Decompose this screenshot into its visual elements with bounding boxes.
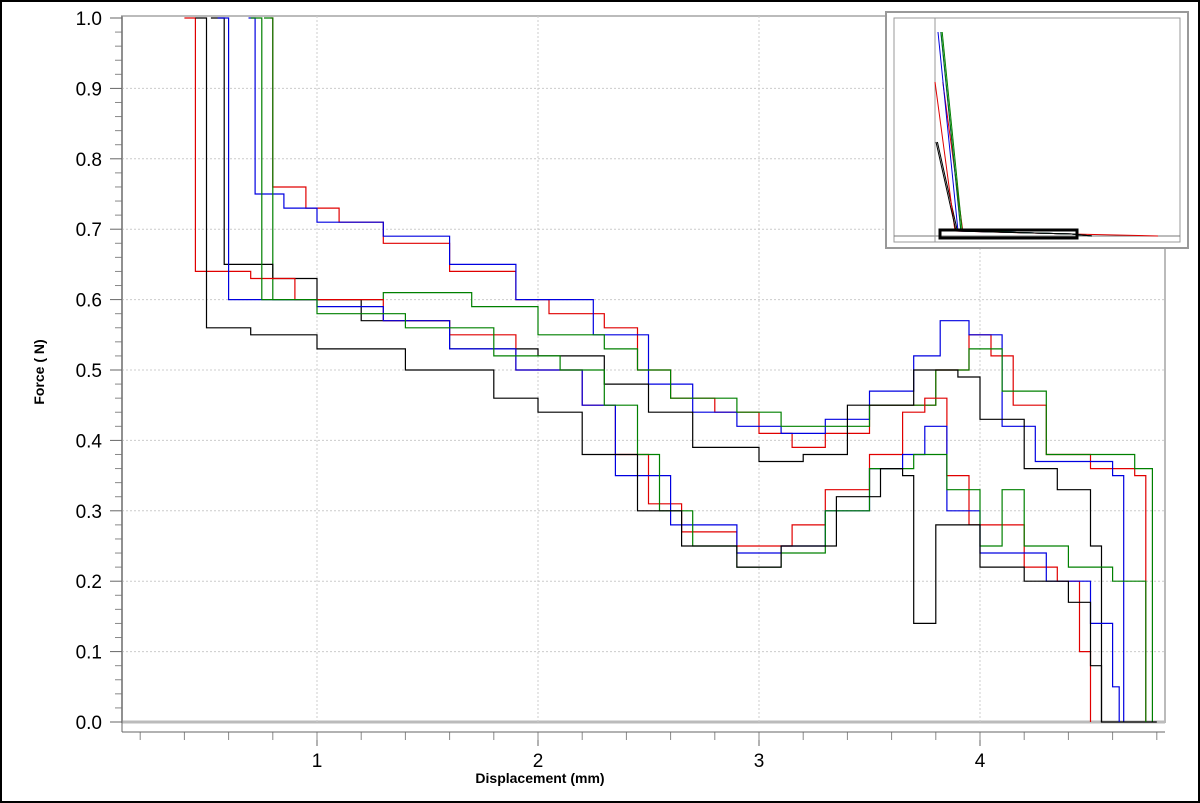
y-tick-label: 0.1 (76, 643, 102, 664)
y-tick-label: 0.2 (76, 572, 102, 593)
y-tick-label: 0.0 (76, 713, 102, 734)
y-tick-label: 0.7 (76, 220, 102, 241)
inset-frame (885, 11, 1189, 249)
y-tick-label: 0.5 (76, 361, 102, 382)
overview-inset (885, 11, 1189, 249)
x-tick-label: 2 (533, 751, 544, 772)
y-tick-label: 0.4 (76, 431, 103, 452)
x-axis-title: Displacement (mm) (475, 770, 604, 786)
y-axis-title: Force ( N) (31, 339, 47, 404)
y-tick-label: 0.6 (76, 291, 102, 312)
y-tick-label: 0.9 (76, 79, 102, 100)
x-tick-label: 3 (754, 751, 765, 772)
y-tick-label: 1.0 (76, 9, 102, 30)
x-tick-label: 4 (975, 751, 986, 772)
y-tick-label: 0.3 (76, 502, 102, 523)
chart-window: 0.0 0.1 0.2 0.3 0.4 0.5 0.6 0.7 0.8 0.9 1.0 1 2 3 4 Di… (2, 2, 1198, 801)
force-displacement-chart: 0.0 0.1 0.2 0.3 0.4 0.5 0.6 0.7 0.8 0.9 1.0 1 2 3 4 Di… (31, 9, 1189, 786)
x-tick-label: 1 (312, 751, 323, 772)
y-tick-label: 0.8 (76, 150, 102, 171)
